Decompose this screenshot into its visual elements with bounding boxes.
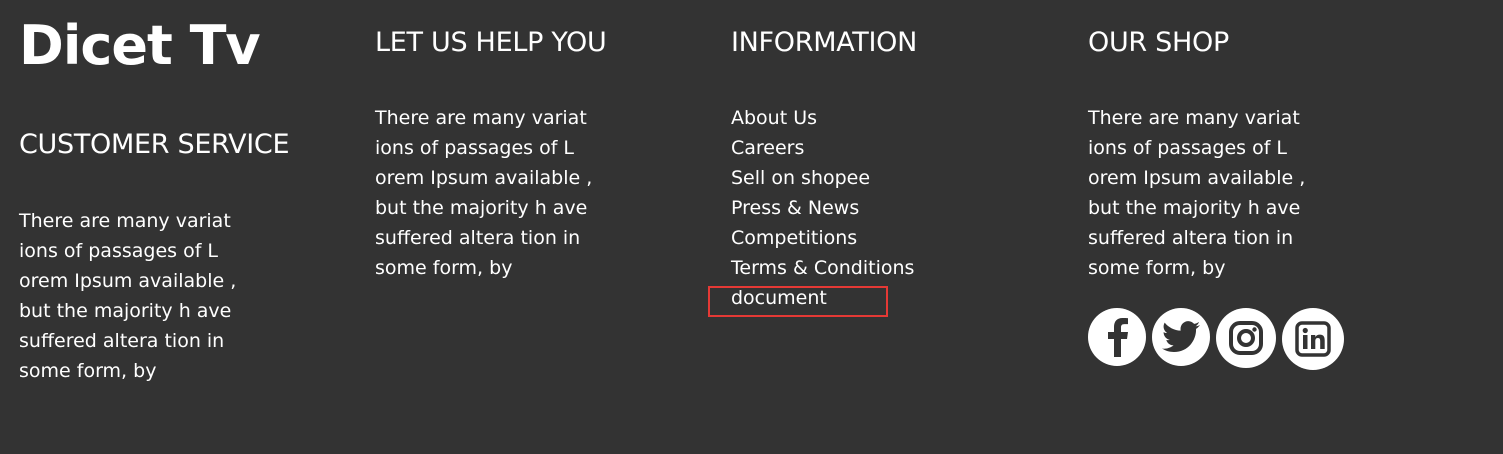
- link-competitions[interactable]: Competitions: [731, 223, 914, 253]
- text-line: There are many variat: [1088, 107, 1300, 129]
- facebook-button[interactable]: [1088, 308, 1146, 366]
- text-line: There are many variat: [375, 107, 587, 129]
- linkedin-button[interactable]: [1282, 308, 1344, 370]
- customer-service-text: There are many variat ions of passages o…: [19, 206, 269, 386]
- instagram-button[interactable]: [1216, 308, 1276, 368]
- twitter-icon: [1162, 321, 1200, 353]
- text-line: orem Ipsum available ,: [375, 167, 593, 189]
- text-line: some form, by: [1088, 257, 1226, 279]
- twitter-button[interactable]: [1152, 308, 1210, 366]
- help-text: There are many variat ions of passages o…: [375, 103, 625, 283]
- text-line: There are many variat: [19, 210, 231, 232]
- text-line: ions of passages of L: [1088, 137, 1288, 159]
- text-line: ions of passages of L: [19, 240, 219, 262]
- text-line: suffered altera tion in: [375, 227, 581, 249]
- footer: Dicet Tv CUSTOMER SERVICE There are many…: [0, 0, 1503, 454]
- shop-heading: OUR SHOP: [1088, 27, 1229, 58]
- text-line: but the majority h ave: [19, 300, 232, 322]
- link-terms-conditions[interactable]: Terms & Conditions: [731, 253, 914, 283]
- text-line: some form, by: [375, 257, 513, 279]
- shop-text: There are many variat ions of passages o…: [1088, 103, 1338, 283]
- facebook-icon: [1108, 318, 1128, 357]
- instagram-icon: [1229, 321, 1263, 355]
- text-line: suffered altera tion in: [19, 330, 225, 352]
- social-links: [1088, 308, 1344, 370]
- linkedin-icon: [1295, 321, 1331, 357]
- text-line: but the majority h ave: [1088, 197, 1301, 219]
- link-press-news[interactable]: Press & News: [731, 193, 914, 223]
- link-careers[interactable]: Careers: [731, 133, 914, 163]
- link-about-us[interactable]: About Us: [731, 103, 914, 133]
- text-line: some form, by: [19, 360, 157, 382]
- customer-service-heading: CUSTOMER SERVICE: [19, 129, 290, 160]
- help-heading: LET US HELP YOU: [375, 27, 607, 58]
- text-line: ions of passages of L: [375, 137, 575, 159]
- information-links: About Us Careers Sell on shopee Press & …: [731, 103, 914, 313]
- text-line: suffered altera tion in: [1088, 227, 1294, 249]
- link-sell-on-shopee[interactable]: Sell on shopee: [731, 163, 914, 193]
- text-line: orem Ipsum available ,: [19, 270, 237, 292]
- text-line: orem Ipsum available ,: [1088, 167, 1306, 189]
- logo[interactable]: Dicet Tv: [19, 14, 261, 78]
- information-heading: INFORMATION: [731, 27, 917, 58]
- text-line: but the majority h ave: [375, 197, 588, 219]
- link-document[interactable]: document: [731, 283, 914, 313]
